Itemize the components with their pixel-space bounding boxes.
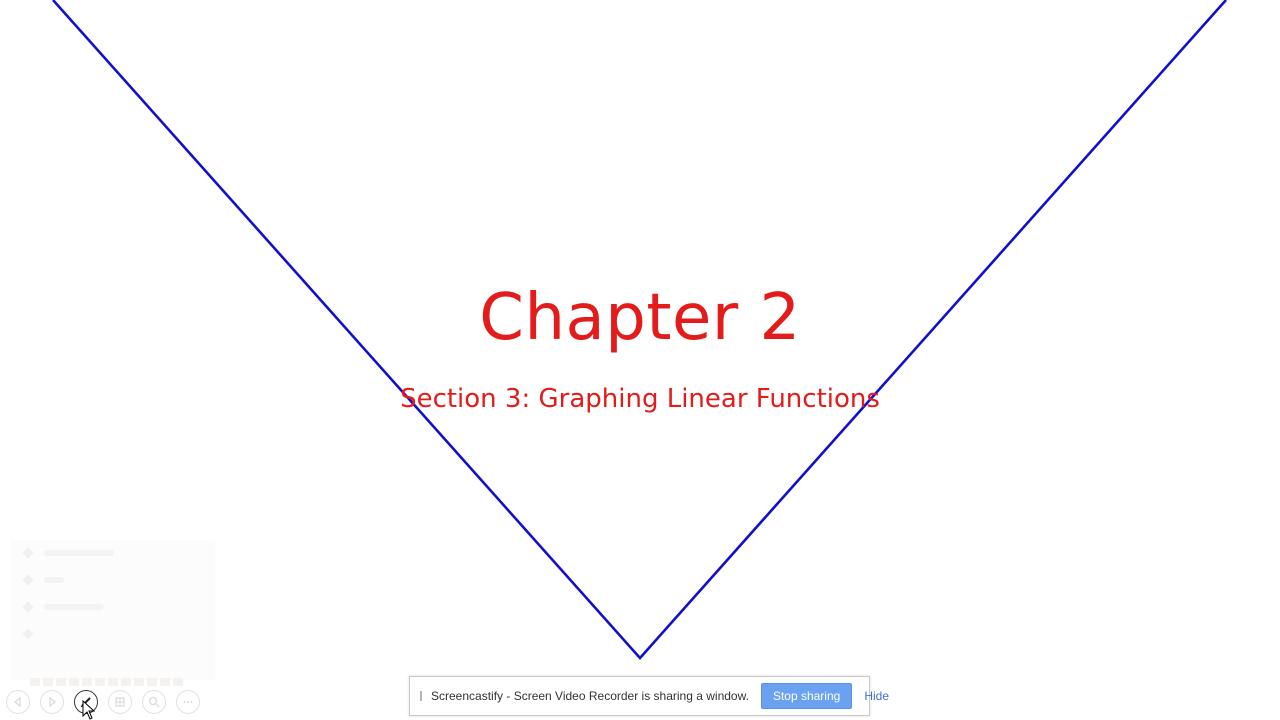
ink-palette-faded: [30, 678, 183, 686]
mouse-cursor-icon: [82, 700, 96, 720]
more-icon: [183, 701, 193, 703]
previous-slide-button[interactable]: [6, 690, 30, 714]
next-icon: [49, 696, 56, 708]
next-slide-button[interactable]: [40, 690, 64, 714]
zoom-button[interactable]: [142, 690, 166, 714]
see-all-slides-button[interactable]: [108, 690, 132, 714]
slideshow-controls: [6, 690, 200, 714]
hide-link[interactable]: Hide: [864, 689, 889, 703]
share-status-message: Screencastify - Screen Video Recorder is…: [431, 689, 749, 703]
slideshow-stage: Chapter 2 Section 3: Graphing Linear Fun…: [0, 0, 1280, 720]
more-options-button[interactable]: [176, 690, 200, 714]
slide-subtitle: Section 3: Graphing Linear Functions: [400, 384, 880, 414]
pen-menu-faded: [10, 540, 215, 680]
slide-title: Chapter 2: [479, 281, 801, 355]
zoom-icon: [148, 696, 160, 708]
slides-grid-icon: [115, 697, 125, 707]
drag-handle-icon[interactable]: [420, 691, 422, 701]
stop-sharing-button[interactable]: Stop sharing: [760, 683, 853, 709]
screen-share-notification-bar: Screencastify - Screen Video Recorder is…: [409, 676, 889, 716]
previous-icon: [14, 696, 21, 708]
